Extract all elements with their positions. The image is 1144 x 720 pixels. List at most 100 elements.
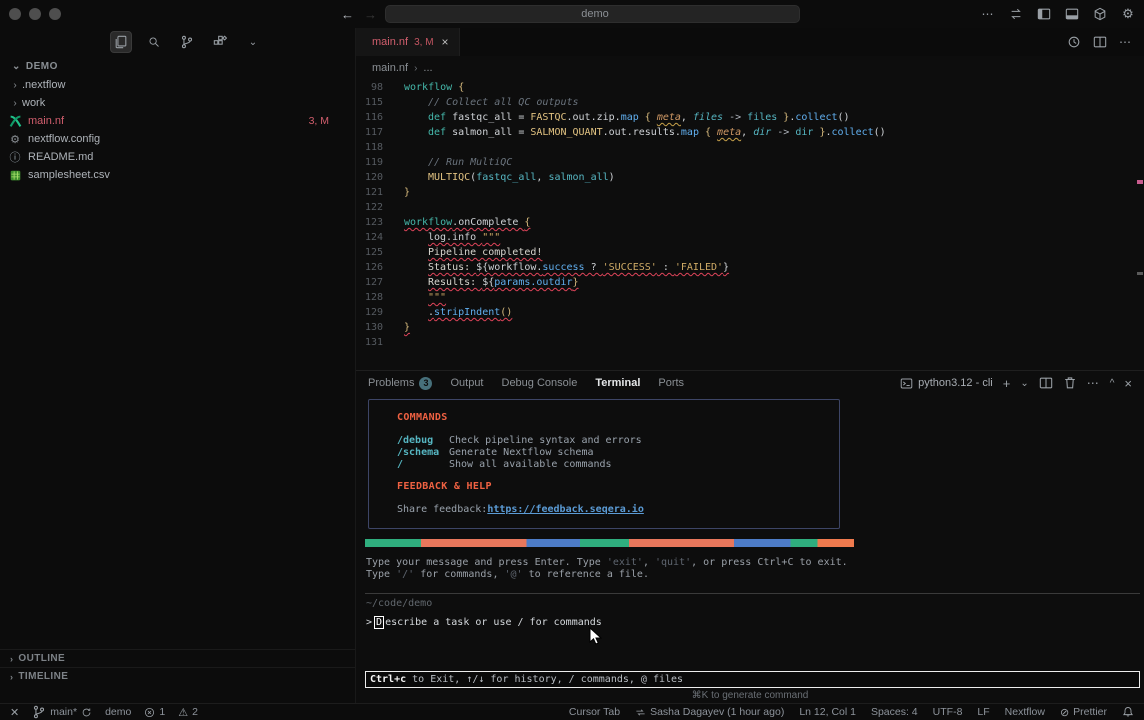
chevron-up-icon[interactable]: ^ [1110, 378, 1115, 389]
activity-chevron-down[interactable]: ⌄ [242, 31, 264, 53]
status-demo[interactable]: demo [105, 705, 131, 719]
status-bell[interactable] [1122, 706, 1134, 718]
line-number: 131 [356, 337, 383, 348]
status-prettier[interactable]: ⊘Prettier [1060, 706, 1107, 719]
file-row-samplesheet-csv[interactable]: samplesheet.csv [0, 166, 355, 184]
status-utf-8[interactable]: UTF-8 [933, 706, 963, 718]
maximize-window-button[interactable] [49, 8, 61, 20]
file-row-main-nf[interactable]: main.nf3, M [0, 112, 355, 130]
explorer-title: DEMO [26, 61, 58, 72]
panel-bottom-icon[interactable] [1064, 6, 1080, 22]
terminal-instance-label: python3.12 - cli [918, 377, 993, 389]
split-icon[interactable] [1093, 35, 1107, 49]
feedback-link[interactable]: https://feedback.seqera.io [487, 504, 644, 515]
app-window: ← → demo ⋯⚙ ⌄ ⌄ DEMO ›.nextflow›workmain… [0, 0, 1144, 720]
back-arrow-icon[interactable]: ← [341, 7, 354, 22]
command-center-search[interactable]: demo [385, 5, 800, 23]
ellipsis-icon[interactable]: ⋯ [1087, 376, 1100, 390]
code-text: // Run MultiQC [383, 157, 512, 168]
minimize-window-button[interactable] [29, 8, 41, 20]
sync-icon [81, 707, 92, 718]
activity-branch[interactable] [176, 31, 198, 53]
panel-tab-problems[interactable]: Problems3 [368, 377, 432, 390]
file-row-work[interactable]: ›work [0, 94, 355, 112]
split-icon[interactable] [1039, 376, 1053, 390]
status-1[interactable]: 1 [144, 705, 165, 719]
command-name[interactable]: / [397, 459, 449, 470]
code-line: 123workflow.onComplete { [356, 215, 1144, 230]
code-text: } [383, 322, 410, 333]
generate-command-hint: ⌘K to generate command [356, 690, 1144, 701]
activity-files[interactable] [110, 31, 132, 53]
section-outline[interactable]: ›OUTLINE [0, 649, 355, 667]
panel-tab-ports[interactable]: Ports [658, 377, 684, 389]
close-tab-icon[interactable]: × [442, 35, 449, 49]
line-number: 121 [356, 187, 383, 198]
line-number: 117 [356, 127, 383, 138]
code-text: } [383, 187, 410, 198]
cube-icon[interactable] [1092, 6, 1108, 22]
section-timeline[interactable]: ›TIMELINE [0, 667, 355, 685]
terminal-icon [900, 377, 913, 390]
file-row--nextflow[interactable]: ›.nextflow [0, 76, 355, 94]
file-name: nextflow.config [28, 133, 355, 145]
command-description: Check pipeline syntax and errors [449, 435, 642, 446]
code-line: 122 [356, 200, 1144, 215]
status-2[interactable]: ⚠2 [178, 705, 198, 719]
code-text: Results: ${params.outdir} [383, 277, 579, 288]
history-icon[interactable] [1067, 35, 1081, 49]
code-text: Pipeline completed! [383, 247, 542, 258]
status-sasha-dagayev-1-hour-ago-[interactable]: Sasha Dagayev (1 hour ago) [635, 706, 784, 718]
command-name[interactable]: /schema [397, 447, 449, 458]
activity-extensions[interactable] [209, 31, 231, 53]
code-editor[interactable]: 98workflow {115// Collect all QC outputs… [356, 80, 1144, 370]
ellipsis-icon[interactable]: ⋯ [980, 6, 996, 22]
plus-icon[interactable]: + [1003, 376, 1011, 391]
panel-tab-debug-console[interactable]: Debug Console [502, 377, 578, 389]
terminal-panel: Problems3 Output Debug Console Terminal Port… [356, 370, 1144, 703]
command-name[interactable]: /debug [397, 435, 449, 446]
close-window-button[interactable] [9, 8, 21, 20]
code-text: def salmon_all = SALMON_QUANT.out.result… [383, 127, 886, 138]
status-cursor-tab[interactable]: Cursor Tab [569, 706, 620, 718]
status-close-x[interactable]: ✕ [10, 705, 19, 719]
swap-icon[interactable] [1008, 6, 1024, 22]
code-text: def fastqc_all = FASTQC.out.zip.map { me… [383, 112, 850, 123]
gear-icon[interactable]: ⚙ [1120, 6, 1136, 22]
file-row-nextflow-config[interactable]: ⚙nextflow.config [0, 130, 355, 148]
cli-prompt[interactable]: >Describe a task or use / for commands [366, 616, 602, 629]
breadcrumb[interactable]: main.nf › ... [356, 56, 1144, 80]
terminal-instance-python[interactable]: python3.12 - cli [900, 377, 993, 390]
trash-icon[interactable] [1063, 376, 1077, 390]
tab-main-nf[interactable]: main.nf 3, M × [356, 28, 460, 56]
ellipsis-icon[interactable]: ⋯ [1119, 35, 1132, 49]
chevron-down-icon[interactable]: ⌄ [1020, 378, 1028, 389]
panel-tab-terminal[interactable]: Terminal [595, 377, 640, 389]
status-nextflow[interactable]: Nextflow [1005, 706, 1045, 718]
panel-tab-output[interactable]: Output [450, 377, 483, 389]
file-row-README-md[interactable]: ⓘREADME.md [0, 148, 355, 166]
explorer-header[interactable]: ⌄ DEMO [0, 56, 355, 76]
command-description: Show all available commands [449, 459, 612, 470]
terminal-body[interactable]: COMMANDS/debugCheck pipeline syntax and … [356, 395, 1144, 703]
status-main-[interactable]: main* [32, 705, 92, 719]
breadcrumb-symbol[interactable]: ... [423, 62, 432, 74]
panel-left-icon[interactable] [1036, 6, 1052, 22]
code-line: 118 [356, 140, 1144, 155]
code-text: .stripIndent() [383, 307, 512, 318]
activity-search[interactable] [143, 31, 165, 53]
traffic-lights[interactable] [0, 8, 61, 20]
feedback-label: Share feedback: [397, 504, 487, 515]
breadcrumb-file[interactable]: main.nf [372, 62, 408, 74]
panel-tab-label: Terminal [595, 377, 640, 389]
status-ln-12-col-1[interactable]: Ln 12, Col 1 [799, 706, 856, 718]
code-line: 129.stripIndent() [356, 305, 1144, 320]
close-icon[interactable]: × [1124, 376, 1132, 391]
branch-icon [32, 705, 46, 719]
status-lf[interactable]: LF [977, 706, 989, 718]
code-line: 128""" [356, 290, 1144, 305]
status-label: Prettier [1073, 706, 1107, 718]
status-spaces-4[interactable]: Spaces: 4 [871, 706, 918, 718]
code-line: 120MULTIQC(fastqc_all, salmon_all) [356, 170, 1144, 185]
status-label: 1 [159, 706, 165, 718]
